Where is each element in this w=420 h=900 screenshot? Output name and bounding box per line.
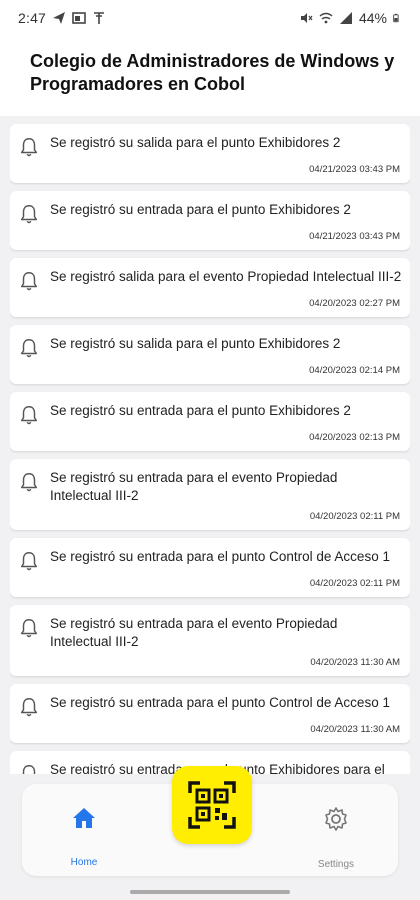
home-icon	[73, 808, 95, 828]
notification-row: Se registró salida para el evento Propie…	[18, 268, 402, 292]
mute-icon	[300, 13, 313, 23]
qr-scan-button[interactable]	[172, 766, 252, 844]
notification-timestamp: 04/20/2023 11:30 AM	[310, 724, 400, 735]
notification-message: Se registró su salida para el punto Exhi…	[50, 135, 341, 150]
battery-percent: 44%	[358, 10, 387, 26]
notification-card[interactable]: Se registró su entrada para el evento Pr…	[10, 459, 410, 530]
app-header: Colegio de Administradores de Windows y …	[0, 36, 420, 116]
notification-timestamp: 04/20/2023 02:11 PM	[309, 578, 400, 589]
nav-home[interactable]: Home	[44, 806, 124, 868]
notification-row: Se registró su entrada para el punto Con…	[18, 694, 402, 718]
notification-card[interactable]: Se registró su entrada para el punto Exh…	[10, 191, 410, 250]
send-icon	[53, 12, 66, 24]
battery-icon	[393, 13, 399, 23]
notification-row: Se registró su entrada para el punto Exh…	[18, 201, 402, 225]
status-bar: 2:47 44%	[0, 0, 420, 36]
bell-icon	[20, 272, 38, 291]
nav-settings[interactable]: Settings	[296, 806, 376, 870]
bell-icon	[20, 205, 38, 224]
bell-icon	[20, 698, 38, 717]
notification-row: Se registró su entrada para el punto Exh…	[18, 402, 402, 426]
page-title: Colegio de Administradores de Windows y …	[30, 51, 395, 94]
notification-timestamp: 04/21/2023 03:43 PM	[309, 231, 400, 242]
notification-row: Se registró su salida para el punto Exhi…	[18, 134, 402, 158]
antenna-icon	[94, 12, 105, 24]
notification-message: Se registró su entrada para el punto Exh…	[50, 403, 351, 418]
nav-settings-label: Settings	[317, 859, 355, 870]
signal-icon	[339, 12, 352, 24]
bell-icon	[20, 406, 38, 425]
gallery-icon	[72, 12, 86, 24]
status-right: 44%	[299, 10, 402, 26]
bell-icon	[20, 339, 38, 358]
notification-timestamp: 04/21/2023 03:43 PM	[309, 164, 400, 175]
notification-row: Se registró su entrada para el punto Con…	[18, 548, 402, 572]
notification-message: Se registró su entrada para el punto Exh…	[50, 202, 351, 217]
nav-home-label: Home	[70, 857, 98, 868]
notification-timestamp: 04/20/2023 02:14 PM	[309, 365, 400, 376]
notification-message: Se registró salida para el evento Propie…	[50, 269, 402, 284]
status-left: 2:47	[18, 10, 106, 26]
bell-icon	[20, 552, 38, 571]
gear-icon	[325, 807, 347, 831]
bell-icon	[22, 765, 36, 774]
notification-timestamp: 04/20/2023 02:27 PM	[309, 298, 400, 309]
qr-code-icon	[188, 781, 236, 829]
notification-message: Se registró su salida para el punto Exhi…	[50, 336, 341, 351]
notification-card[interactable]: Se registró salida para el evento Propie…	[10, 258, 410, 317]
wifi-icon	[319, 12, 333, 24]
notification-list[interactable]: Se registró su salida para el punto Exhi…	[10, 124, 410, 774]
notification-timestamp: 04/20/2023 11:30 AM	[310, 657, 400, 668]
notification-timestamp: 04/20/2023 02:13 PM	[309, 432, 400, 443]
notification-card[interactable]: Se registró su entrada para el punto Con…	[10, 684, 410, 743]
notification-message: Se registró su entrada para el evento Pr…	[50, 616, 338, 649]
bell-icon	[20, 473, 38, 492]
notification-row: Se registró su salida para el punto Exhi…	[18, 335, 402, 359]
bell-icon	[20, 138, 38, 157]
notification-message: Se registró su entrada para el punto Con…	[50, 695, 390, 710]
notification-card[interactable]: Se registró su entrada para el evento Pr…	[10, 605, 410, 676]
notification-card[interactable]: Se registró su entrada para el punto Exh…	[10, 392, 410, 451]
notification-timestamp: 04/20/2023 02:11 PM	[309, 511, 400, 522]
notification-card[interactable]: Se registró su salida para el punto Exhi…	[10, 325, 410, 384]
notification-card[interactable]: Se registró su entrada para el punto Con…	[10, 538, 410, 597]
bell-icon	[20, 619, 38, 638]
home-indicator	[130, 890, 290, 894]
notification-card[interactable]: Se registró su salida para el punto Exhi…	[10, 124, 410, 183]
status-time: 2:47	[18, 10, 47, 26]
notification-row: Se registró su entrada para el evento Pr…	[18, 615, 402, 651]
notification-message: Se registró su entrada para el punto Con…	[50, 549, 390, 564]
notification-row: Se registró su entrada para el evento Pr…	[18, 469, 402, 505]
notification-message: Se registró su entrada para el evento Pr…	[50, 470, 338, 503]
